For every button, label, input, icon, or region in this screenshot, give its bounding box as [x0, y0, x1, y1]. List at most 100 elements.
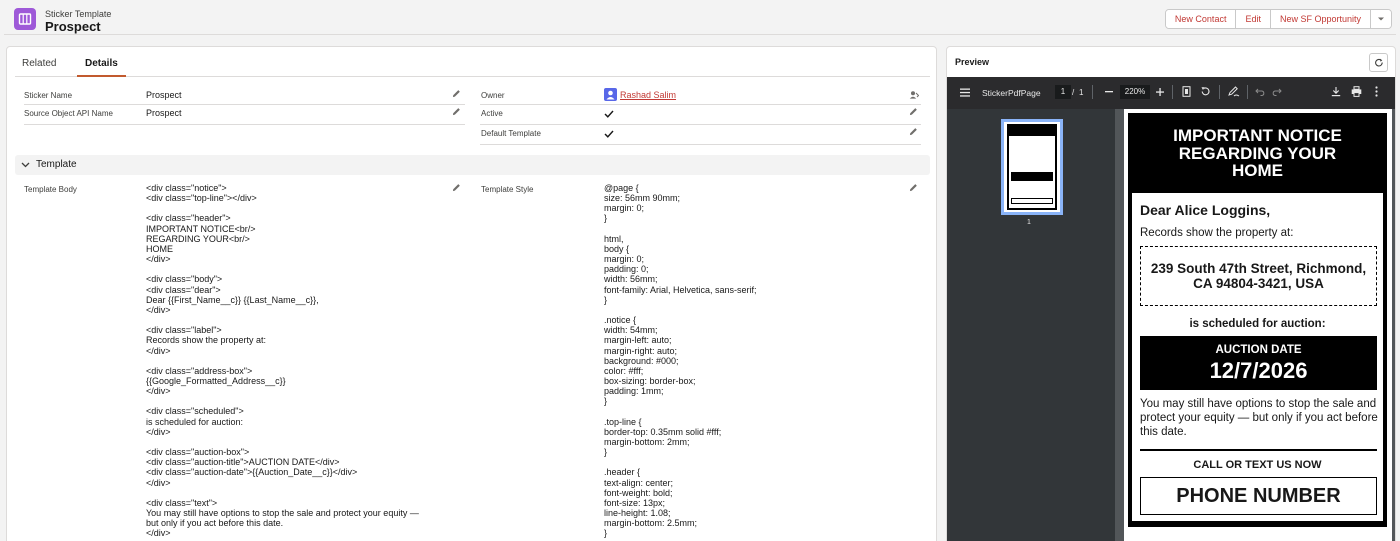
template-body-line: </div> — [146, 426, 171, 437]
divider — [480, 144, 921, 145]
template-body-line: IMPORTANT NOTICE<br/> — [146, 223, 256, 234]
edit-default-template-pencil-icon[interactable] — [909, 127, 918, 136]
toolbar-divider — [1092, 85, 1093, 99]
template-style-line: font-family: Arial, Helvetica, sans-seri… — [604, 284, 757, 295]
sticker-template-icon — [14, 8, 36, 30]
new-sf-opportunity-button[interactable]: New SF Opportunity — [1270, 10, 1371, 28]
pdf-title: StickerPdfPage — [982, 88, 1041, 98]
template-style-line: border-top: 0.35mm solid #fff; — [604, 426, 722, 437]
default-template-checkmark-icon — [604, 130, 614, 138]
refresh-preview-button[interactable] — [1369, 53, 1388, 72]
sticker-name-value: Prospect — [146, 90, 182, 100]
template-body-line: <div class="label"> — [146, 325, 222, 336]
notice-label: Records show the property at: — [1140, 227, 1294, 239]
template-style-line — [604, 406, 757, 416]
template-body-line: but only if you act before this date. — [146, 518, 284, 529]
tab-details[interactable]: Details — [85, 58, 118, 69]
toolbar-divider — [1219, 85, 1220, 99]
zoom-level-input[interactable]: 220% — [1120, 85, 1150, 99]
template-body-line: <div class="auction-box"> — [146, 447, 250, 458]
template-body-line: </div> — [146, 386, 171, 397]
thumbnail-preview-image — [1007, 124, 1057, 210]
fit-to-page-icon[interactable] — [1182, 86, 1191, 97]
template-body-value: <div class="notice"> <div class="top-line… — [146, 183, 419, 538]
pdf-viewer[interactable]: 1 IMPORTANT NOTICE REGARDING YOUR HOME D… — [947, 109, 1395, 541]
template-body-line: is scheduled for auction: — [146, 416, 244, 427]
template-style-line: body { — [604, 243, 630, 254]
template-style-line: size: 56mm 90mm; — [604, 193, 681, 204]
template-style-line: font-size: 13px; — [604, 497, 666, 508]
template-body-line: <div class="text"> — [146, 497, 218, 508]
template-style-line: box-sizing: border-box; — [604, 375, 696, 386]
action-button-group: New Contact Edit New SF Opportunity — [1164, 9, 1392, 29]
toolbar-divider — [1172, 85, 1173, 99]
template-body-line — [146, 356, 419, 366]
rotate-icon[interactable] — [1200, 86, 1211, 97]
notice-phone-box: PHONE NUMBER — [1140, 477, 1377, 515]
template-section-header[interactable]: Template — [15, 155, 930, 175]
edit-sticker-name-pencil-icon[interactable] — [452, 89, 461, 98]
chevron-down-icon — [21, 162, 30, 168]
template-body-line — [146, 264, 419, 274]
template-style-line: line-height: 1.08; — [604, 508, 671, 518]
template-style-line: .notice { — [604, 315, 637, 326]
sidebar-menu-icon[interactable] — [960, 88, 970, 97]
template-style-line — [604, 224, 757, 234]
edit-button[interactable]: Edit — [1236, 10, 1271, 28]
template-body-line: REGARDING YOUR<br/> — [146, 233, 250, 244]
sticker-notice: IMPORTANT NOTICE REGARDING YOUR HOME Dea… — [1128, 113, 1387, 527]
template-body-line: <div class="notice"> — [146, 183, 227, 193]
page-thumbnail[interactable] — [1001, 119, 1063, 215]
template-style-line: } — [604, 447, 608, 458]
page-number-input[interactable]: 1 — [1055, 85, 1071, 99]
more-actions-button[interactable] — [1371, 10, 1391, 28]
edit-source-api-pencil-icon[interactable] — [452, 107, 461, 116]
edit-active-pencil-icon[interactable] — [909, 107, 918, 116]
divider — [24, 104, 465, 105]
template-body-line — [146, 315, 419, 325]
template-body-line: Records show the property at: — [146, 335, 267, 346]
template-body-line: HOME — [146, 243, 173, 254]
edit-template-style-pencil-icon[interactable] — [909, 183, 918, 192]
notice-address-box: 239 South 47th Street, Richmond, CA 9480… — [1140, 246, 1377, 306]
template-style-line: width: 54mm; — [604, 325, 658, 336]
active-label: Active — [481, 109, 503, 118]
template-body-line: <div class="address-box"> — [146, 365, 253, 376]
auction-date: 12/7/2026 — [1209, 358, 1308, 383]
template-style-line: margin: 0; — [604, 254, 645, 265]
new-contact-button[interactable]: New Contact — [1165, 10, 1237, 28]
zoom-in-icon[interactable] — [1156, 88, 1164, 96]
edit-template-body-pencil-icon[interactable] — [452, 183, 461, 192]
template-style-label: Template Style — [481, 185, 534, 194]
notice-header-line: IMPORTANT NOTICE — [1173, 126, 1342, 145]
template-body-line: <div class="header"> — [146, 213, 231, 224]
template-style-line: margin-right: auto; — [604, 345, 678, 356]
object-type-label: Sticker Template — [45, 9, 112, 19]
notice-header-line: REGARDING YOUR — [1178, 143, 1337, 163]
page-total: 1 — [1079, 88, 1084, 97]
template-body-line — [146, 203, 419, 213]
template-style-line: color: #fff; — [604, 365, 644, 376]
active-checkmark-icon — [604, 110, 614, 118]
change-owner-icon[interactable] — [909, 90, 919, 100]
undo-icon[interactable] — [1255, 87, 1265, 96]
annotate-icon[interactable] — [1228, 86, 1240, 97]
owner-link[interactable]: Rashad Salim — [620, 90, 676, 100]
template-body-line: </div> — [146, 477, 171, 488]
tab-related[interactable]: Related — [22, 58, 56, 69]
print-icon[interactable] — [1351, 86, 1362, 97]
template-style-line: .header { — [604, 467, 641, 478]
template-body-line — [146, 396, 419, 406]
preview-panel: Preview StickerPdfPage 1 / 1 220% 1 IMPO… — [946, 46, 1396, 541]
notice-scheduled: is scheduled for auction: — [1189, 318, 1326, 330]
template-style-line: html, — [604, 233, 624, 244]
download-icon[interactable] — [1331, 86, 1341, 97]
template-style-line: padding: 0; — [604, 264, 649, 275]
zoom-out-icon[interactable] — [1105, 91, 1113, 93]
redo-icon[interactable] — [1272, 87, 1282, 96]
preview-title: Preview — [955, 57, 990, 67]
template-body-line: <div class="body"> — [146, 274, 223, 285]
notice-text: You may still have options to stop the s… — [1140, 398, 1378, 438]
more-options-icon[interactable] — [1375, 86, 1378, 97]
active-tab-indicator — [77, 75, 126, 77]
